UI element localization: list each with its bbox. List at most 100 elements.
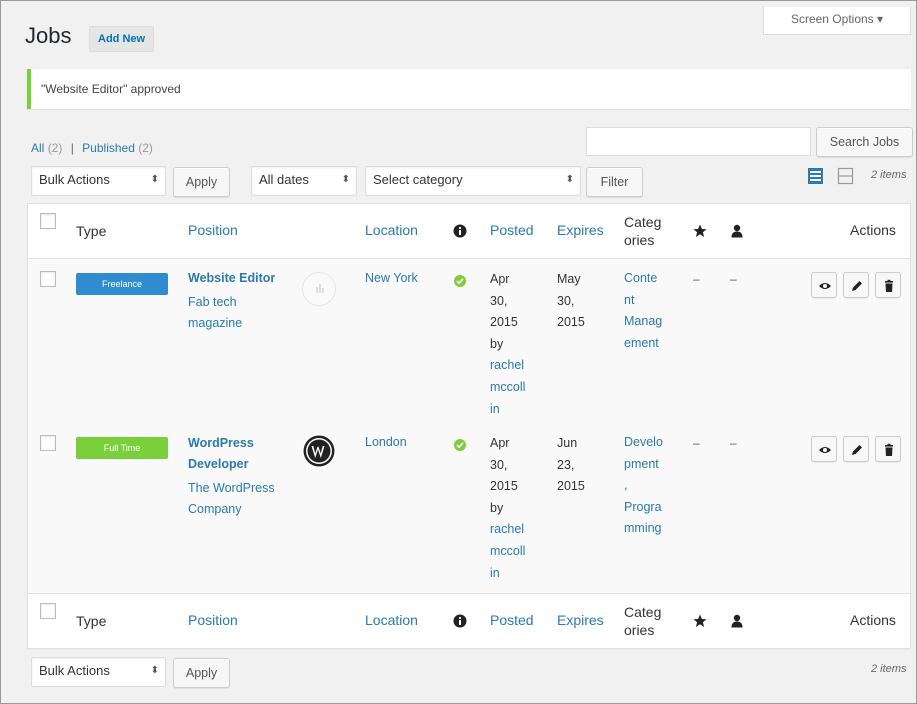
view-button[interactable] bbox=[811, 272, 837, 298]
column-categories: Categ ories bbox=[624, 213, 661, 249]
expires-day: 23, bbox=[557, 457, 575, 472]
column-categories-line2: ories bbox=[624, 622, 655, 638]
bulk-actions-select-top[interactable]: Bulk Actions ⬍ bbox=[31, 166, 166, 196]
featured-value: – bbox=[693, 272, 700, 286]
job-type-badge: Freelance bbox=[76, 273, 168, 295]
column-actions: Actions bbox=[850, 612, 896, 628]
column-location[interactable]: Location bbox=[365, 222, 418, 238]
category-line: , bbox=[624, 478, 628, 493]
author-line: rachel bbox=[490, 522, 525, 537]
column-expires[interactable]: Expires bbox=[557, 612, 604, 628]
bulk-actions-value: Bulk Actions bbox=[39, 172, 110, 187]
company-line1: The WordPress bbox=[188, 481, 275, 495]
notice-text: "Website Editor" approved bbox=[41, 82, 181, 96]
posted-month: Apr bbox=[490, 436, 510, 450]
row-checkbox[interactable] bbox=[40, 271, 56, 287]
job-categories-link[interactable]: Conte nt Manag ement bbox=[624, 268, 662, 354]
category-select[interactable]: Select category ⬍ bbox=[365, 166, 581, 196]
column-actions: Actions bbox=[850, 222, 896, 238]
select-all-checkbox[interactable] bbox=[40, 213, 56, 229]
expires-day: 30, bbox=[557, 293, 575, 308]
row-checkbox[interactable] bbox=[40, 435, 56, 451]
column-categories-line1: Categ bbox=[624, 214, 662, 230]
job-title-link[interactable]: Website Editor bbox=[188, 268, 275, 289]
category-line: Conte bbox=[624, 271, 658, 285]
status-info-icon bbox=[453, 224, 467, 238]
delete-button[interactable] bbox=[875, 436, 901, 462]
view-button[interactable] bbox=[811, 436, 837, 462]
edit-button[interactable] bbox=[843, 272, 869, 298]
category-line: Progra bbox=[624, 499, 662, 514]
column-type: Type bbox=[76, 613, 107, 629]
column-position[interactable]: Position bbox=[188, 222, 238, 238]
column-categories: Categ ories bbox=[624, 603, 661, 639]
category-line: ement bbox=[624, 335, 659, 350]
apply-button-bottom[interactable]: Apply bbox=[173, 658, 230, 688]
column-expires[interactable]: Expires bbox=[557, 222, 604, 238]
author-line: mccoll bbox=[490, 379, 526, 394]
category-line: mming bbox=[624, 521, 662, 536]
delete-button[interactable] bbox=[875, 272, 901, 298]
table-row: Freelance Website Editor Fab tech magazi… bbox=[28, 259, 910, 423]
approved-check-icon bbox=[453, 438, 467, 452]
featured-star-icon bbox=[693, 614, 707, 628]
select-arrows-icon: ⬍ bbox=[341, 174, 350, 185]
column-categories-line2: ories bbox=[624, 232, 655, 248]
column-location[interactable]: Location bbox=[365, 612, 418, 628]
job-title-link[interactable]: WordPress Developer bbox=[188, 433, 254, 475]
select-arrows-icon: ⬍ bbox=[565, 174, 574, 185]
screen-options-button[interactable]: Screen Options ▾ bbox=[763, 7, 911, 35]
category-line: nt bbox=[624, 292, 635, 307]
job-location-link[interactable]: New York bbox=[365, 268, 418, 290]
items-count-bottom: 2 items bbox=[871, 663, 907, 675]
add-new-button[interactable]: Add New bbox=[89, 26, 155, 52]
view-separator: | bbox=[70, 141, 74, 155]
approved-check-icon bbox=[453, 274, 467, 288]
table-header-row: Type Position Location Posted Expires Ca… bbox=[28, 204, 910, 259]
company-line1: Fab tech bbox=[188, 295, 237, 309]
posted-author-link[interactable]: rachel mccoll in bbox=[490, 355, 525, 420]
expires-month: Jun bbox=[557, 436, 578, 450]
select-arrows-icon: ⬍ bbox=[150, 174, 159, 185]
view-published-count: (2) bbox=[138, 141, 153, 155]
filter-button[interactable]: Filter bbox=[586, 167, 643, 197]
job-location-link[interactable]: London bbox=[365, 432, 407, 454]
search-input[interactable] bbox=[586, 127, 811, 156]
bulk-actions-select-bottom[interactable]: Bulk Actions ⬍ bbox=[31, 657, 166, 687]
filled-value: – bbox=[730, 272, 737, 286]
title-line: Developer bbox=[188, 457, 249, 471]
column-type: Type bbox=[76, 223, 107, 239]
table-footer-row: Type Position Location Posted Expires Ca… bbox=[28, 593, 910, 648]
filled-user-icon bbox=[730, 224, 744, 238]
page-title: Jobs bbox=[25, 23, 72, 48]
posted-date: Apr 30, 2015 by rachel mccoll in bbox=[490, 433, 525, 584]
posted-author-link[interactable]: rachel mccoll in bbox=[490, 519, 525, 584]
table-row: Full Time WordPress Developer The WordPr… bbox=[28, 423, 910, 593]
view-all-link[interactable]: All bbox=[31, 141, 44, 155]
category-line: Develo bbox=[624, 435, 663, 449]
posted-by: by bbox=[490, 500, 504, 515]
column-position[interactable]: Position bbox=[188, 612, 238, 628]
apply-button-top[interactable]: Apply bbox=[173, 167, 230, 197]
view-published-link[interactable]: Published bbox=[82, 141, 135, 155]
posted-year: 2015 bbox=[490, 479, 518, 494]
expires-date: Jun 23, 2015 bbox=[557, 433, 585, 498]
category-value: Select category bbox=[373, 172, 463, 187]
search-jobs-button[interactable]: Search Jobs bbox=[816, 127, 913, 157]
dates-select[interactable]: All dates ⬍ bbox=[251, 166, 357, 196]
eye-icon bbox=[819, 283, 831, 289]
trash-icon bbox=[885, 279, 893, 292]
column-posted[interactable]: Posted bbox=[490, 612, 534, 628]
excerpt-view-icon[interactable] bbox=[837, 167, 854, 185]
list-view-icon[interactable] bbox=[807, 167, 824, 185]
job-categories-link[interactable]: Develo pment , Progra mming bbox=[624, 432, 663, 540]
filled-user-icon bbox=[730, 614, 744, 628]
column-posted[interactable]: Posted bbox=[490, 222, 534, 238]
placeholder-logo-icon bbox=[302, 272, 336, 306]
edit-button[interactable] bbox=[843, 436, 869, 462]
posted-date: Apr 30, 2015 by rachel mccoll in bbox=[490, 269, 525, 420]
select-all-checkbox-bottom[interactable] bbox=[40, 603, 56, 619]
company-line2: magazine bbox=[188, 316, 243, 330]
posted-day: 30, bbox=[490, 293, 508, 308]
category-line: Manag bbox=[624, 314, 663, 329]
